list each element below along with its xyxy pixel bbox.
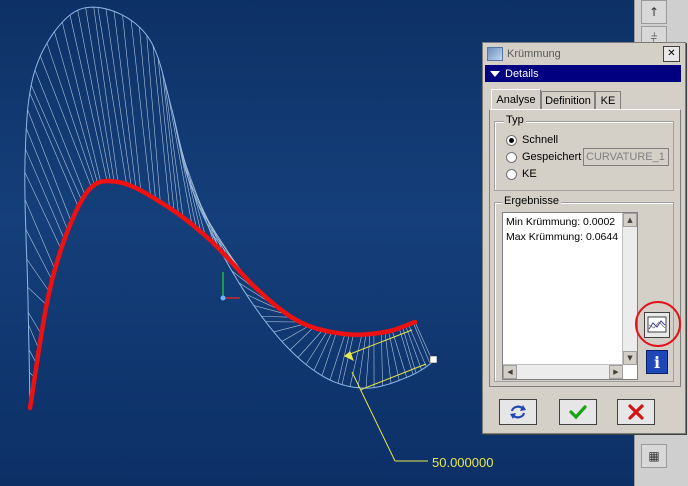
comb-line <box>281 325 310 342</box>
dialog-titlebar[interactable]: Krümmung ✕ <box>485 45 681 62</box>
radio-ke[interactable]: KE <box>506 168 537 180</box>
vertical-scrollbar[interactable]: ▲ ▼ <box>622 213 637 365</box>
comb-line <box>398 328 414 375</box>
list-item: Max Krümmung: 0.0644 <box>506 231 619 243</box>
close-icon[interactable]: ✕ <box>663 45 680 62</box>
radio-button[interactable] <box>506 168 517 180</box>
results-group-title: Ergebnisse <box>502 195 562 207</box>
scroll-right-icon[interactable]: ▶ <box>609 365 623 379</box>
type-group-title: Typ <box>504 114 526 126</box>
details-toggle[interactable]: Details <box>485 65 681 82</box>
comb-line <box>329 333 346 381</box>
tab-label: KE <box>600 95 616 107</box>
cancel-x-icon <box>628 404 644 420</box>
radio-button[interactable] <box>506 134 517 146</box>
info-icon[interactable]: i <box>646 350 668 374</box>
comb-line <box>162 72 179 215</box>
comb-line <box>61 22 101 182</box>
arrow-icon[interactable]: ↑ <box>641 0 667 24</box>
tab-label: Definition <box>545 95 591 107</box>
comb-line <box>46 42 95 185</box>
comb-line <box>273 323 305 333</box>
radio-label: Gespeichert <box>522 151 582 163</box>
comb-line <box>26 258 50 292</box>
comb-line <box>24 199 56 270</box>
radio-button[interactable] <box>506 151 517 163</box>
tab-definition[interactable]: Definition <box>541 91 595 110</box>
scroll-left-icon[interactable]: ◀ <box>503 365 517 379</box>
results-list[interactable]: Min Krümmung: 0.0002 Max Krümmung: 0.064… <box>502 212 638 380</box>
chevron-down-icon <box>490 70 500 77</box>
comb-line <box>54 31 98 183</box>
comb-line <box>105 8 132 186</box>
info-glyph: i <box>653 352 661 372</box>
comb-line <box>69 14 108 182</box>
comb-line <box>25 228 53 281</box>
comb-line <box>25 128 69 231</box>
comb-line <box>321 332 337 376</box>
comb-line <box>337 334 350 384</box>
ok-button[interactable] <box>559 399 597 425</box>
comb-line <box>34 69 86 196</box>
tab-ke[interactable]: KE <box>595 91 621 110</box>
scroll-up-icon[interactable]: ▲ <box>623 213 637 227</box>
comb-line <box>305 331 328 365</box>
radio-schnell[interactable]: Schnell <box>506 134 558 146</box>
radio-gespeichert[interactable]: Gespeichert <box>506 151 581 163</box>
radio-label: KE <box>522 168 537 180</box>
curvature-comb <box>24 7 434 408</box>
comb-line <box>29 92 79 207</box>
list-item: Min Krümmung: 0.0002 <box>506 216 616 228</box>
curvature-graph-button[interactable] <box>644 312 670 338</box>
checkmark-icon <box>569 405 587 420</box>
dimension-value[interactable]: 50.000000 <box>432 455 493 470</box>
horizontal-scrollbar[interactable]: ◀ ▶ <box>503 364 623 379</box>
comb-line <box>405 325 422 370</box>
dimension-annotation[interactable] <box>344 329 428 462</box>
cancel-button[interactable] <box>617 399 655 425</box>
comb-line <box>402 326 417 374</box>
repeat-icon <box>510 405 526 419</box>
curvature-dialog: Krümmung ✕ Details Analyse Definition KE… <box>482 42 686 434</box>
tab-label: Analyse <box>496 94 536 106</box>
comb-line <box>167 95 193 225</box>
comb-line <box>391 330 407 378</box>
radio-label: Schnell <box>522 134 559 146</box>
analyse-tab-panel: Typ Schnell Gespeichert CURVATURE_1 KE E… <box>489 109 681 387</box>
comb-line <box>365 334 371 389</box>
coordinate-triad-icon <box>220 272 240 301</box>
comb-line <box>412 322 431 365</box>
repeat-button[interactable] <box>499 399 537 425</box>
curvature-graph-icon <box>647 316 667 333</box>
comb-line <box>289 327 314 351</box>
comb-line <box>25 148 65 240</box>
comb-line <box>357 334 367 388</box>
tab-analyse[interactable]: Analyse <box>491 89 541 110</box>
saved-name-field[interactable]: CURVATURE_1 <box>583 148 669 166</box>
comb-line <box>27 286 47 306</box>
window-icon <box>487 46 503 61</box>
details-label: Details <box>505 67 539 80</box>
scroll-down-icon[interactable]: ▼ <box>623 351 637 365</box>
table-icon[interactable]: ▦ <box>641 444 667 468</box>
comb-line <box>381 332 383 386</box>
curve-endpoint-handle[interactable] <box>429 355 438 364</box>
comb-line <box>27 312 42 335</box>
dialog-title: Krümmung <box>507 47 561 60</box>
